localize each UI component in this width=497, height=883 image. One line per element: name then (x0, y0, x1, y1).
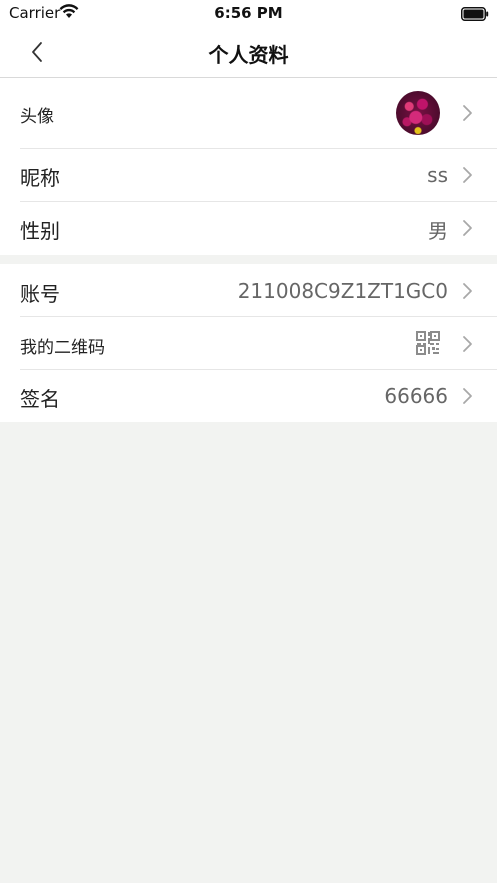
account-label: 账号 (20, 282, 60, 306)
avatar (396, 91, 440, 135)
avatar-row[interactable]: 头像 (0, 78, 497, 149)
nickname-label: 昵称 (20, 166, 60, 190)
gender-label: 性别 (20, 219, 60, 243)
chevron-right-icon (463, 336, 472, 352)
chevron-right-icon (463, 105, 472, 121)
avatar-label: 头像 (20, 107, 54, 127)
signature-value: 66666 (384, 384, 448, 408)
account-row[interactable]: 账号 211008C9Z1ZT1GC0 (0, 264, 497, 317)
profile-basic-group: 头像 昵称 ss 性别 男 (0, 78, 497, 255)
chevron-right-icon (463, 283, 472, 299)
gender-row[interactable]: 性别 男 (0, 202, 497, 255)
nickname-value: ss (427, 163, 448, 187)
qrcode-icon (416, 331, 440, 355)
chevron-right-icon (463, 388, 472, 404)
qrcode-row[interactable]: 我的二维码 (0, 317, 497, 370)
navigation-bar: 个人资料 (0, 26, 497, 78)
gender-value: 男 (428, 219, 448, 243)
signature-row[interactable]: 签名 66666 (0, 370, 497, 422)
qrcode-label: 我的二维码 (20, 338, 105, 358)
status-time: 6:56 PM (214, 4, 283, 22)
account-value: 211008C9Z1ZT1GC0 (237, 279, 448, 303)
page-title: 个人资料 (208, 43, 289, 67)
signature-label: 签名 (20, 387, 60, 411)
chevron-right-icon (463, 220, 472, 236)
status-bar: Carrier 6:56 PM (0, 0, 497, 26)
battery-icon (461, 6, 489, 25)
nickname-row[interactable]: 昵称 ss (0, 149, 497, 202)
chevron-right-icon (463, 167, 472, 183)
profile-account-group: 账号 211008C9Z1ZT1GC0 我的二维码 签名 66666 (0, 264, 497, 422)
